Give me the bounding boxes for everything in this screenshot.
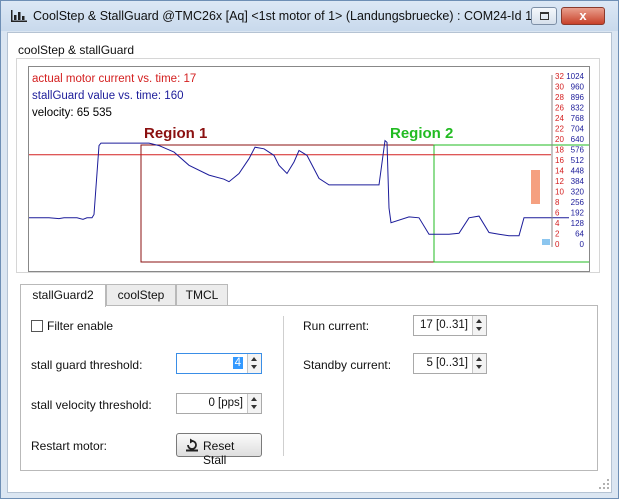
left-tick-label: 26 xyxy=(555,104,564,113)
left-tick-label: 22 xyxy=(555,125,564,134)
stall-threshold-spinbox[interactable]: 4 xyxy=(176,353,262,374)
reset-icon xyxy=(186,438,198,452)
spin-up-icon[interactable] xyxy=(476,319,482,323)
run-current-spinbox[interactable]: 17 [0..31] xyxy=(413,315,487,336)
left-tick-label: 12 xyxy=(555,177,564,186)
standby-current-label: Standby current: xyxy=(303,358,392,372)
region1-label: Region 1 xyxy=(144,125,207,142)
left-tick-label: 2 xyxy=(555,230,560,239)
window-title: CoolStep & StallGuard @TMC26x [Aq] <1st … xyxy=(33,9,533,23)
right-tick-label: 832 xyxy=(571,104,585,113)
spin-down-icon[interactable] xyxy=(476,365,482,369)
spin-up-icon[interactable] xyxy=(251,397,257,401)
run-current-label: Run current: xyxy=(303,319,370,333)
close-icon: x xyxy=(579,8,587,23)
bar-chart-icon xyxy=(11,10,27,22)
left-tick-label: 4 xyxy=(555,219,560,228)
left-tick-label: 16 xyxy=(555,156,564,165)
standby-current-arrows[interactable] xyxy=(472,354,486,373)
left-tick-label: 30 xyxy=(555,83,564,92)
reset-stall-button[interactable]: Reset Stall xyxy=(176,433,262,467)
region2-label: Region 2 xyxy=(390,125,453,142)
left-axis-ticks: 32302826242220181614121086420 xyxy=(555,72,564,249)
right-tick-label: 448 xyxy=(571,167,585,176)
resize-grip-icon[interactable] xyxy=(598,478,610,490)
form-divider xyxy=(283,316,284,456)
left-tick-label: 0 xyxy=(555,240,560,249)
restore-icon xyxy=(540,12,549,20)
close-button[interactable]: x xyxy=(561,7,605,25)
chart-area: actual motor current vs. time: 17 stallG… xyxy=(28,66,590,272)
left-tick-label: 8 xyxy=(555,198,560,207)
right-tick-label: 320 xyxy=(571,188,585,197)
right-tick-label: 896 xyxy=(571,93,585,102)
left-tick-label: 6 xyxy=(555,209,560,218)
right-tick-label: 768 xyxy=(571,114,585,123)
spin-down-icon[interactable] xyxy=(476,327,482,331)
spin-up-icon[interactable] xyxy=(476,357,482,361)
region1-box xyxy=(140,144,435,263)
legend-current: actual motor current vs. time: 17 xyxy=(32,73,196,85)
tab-tmcl[interactable]: TMCL xyxy=(176,284,228,306)
right-tick-label: 1024 xyxy=(566,72,584,81)
restore-button[interactable] xyxy=(531,7,557,25)
spin-up-icon[interactable] xyxy=(251,357,257,361)
run-current-value: 17 [0..31] xyxy=(420,319,468,331)
restart-motor-label: Restart motor: xyxy=(31,439,108,453)
legend-velocity: velocity: 65 535 xyxy=(32,107,112,119)
filter-enable-checkbox[interactable] xyxy=(31,320,43,332)
standby-current-value: 5 [0..31] xyxy=(426,357,468,369)
group-title: coolStep & stallGuard xyxy=(18,43,135,57)
left-tick-label: 20 xyxy=(555,135,564,144)
stall-threshold-arrows[interactable] xyxy=(247,354,261,373)
left-tick-label: 24 xyxy=(555,114,564,123)
stall-velocity-label: stall velocity threshold: xyxy=(31,398,152,412)
chart-svg: actual motor current vs. time: 17 stallG… xyxy=(29,72,589,263)
right-tick-label: 256 xyxy=(571,198,585,207)
reset-stall-label: Reset Stall xyxy=(203,439,235,467)
current-level-bar xyxy=(531,170,540,204)
right-tick-label: 960 xyxy=(571,83,585,92)
stall-velocity-value: 0 [pps] xyxy=(208,397,243,409)
stall-threshold-value: 4 xyxy=(232,357,243,369)
tab-stallguard2[interactable]: stallGuard2 xyxy=(20,284,106,307)
filter-enable-label: Filter enable xyxy=(47,319,114,333)
stall-velocity-spinbox[interactable]: 0 [pps] xyxy=(176,393,262,414)
right-tick-label: 192 xyxy=(571,209,585,218)
region2-box xyxy=(433,144,589,263)
legend-stallguard: stallGuard value vs. time: 160 xyxy=(32,90,184,102)
left-tick-label: 18 xyxy=(555,146,564,155)
right-tick-label: 512 xyxy=(571,156,585,165)
standby-current-spinbox[interactable]: 5 [0..31] xyxy=(413,353,487,374)
right-tick-label: 576 xyxy=(571,146,585,155)
stall-threshold-label: stall guard threshold: xyxy=(31,358,143,372)
run-current-arrows[interactable] xyxy=(472,316,486,335)
right-tick-label: 640 xyxy=(571,135,585,144)
right-tick-label: 128 xyxy=(571,219,585,228)
left-tick-label: 28 xyxy=(555,93,564,102)
right-tick-label: 0 xyxy=(580,240,585,249)
small-level-bar xyxy=(542,239,550,245)
title-bar[interactable]: CoolStep & StallGuard @TMC26x [Aq] <1st … xyxy=(1,1,618,31)
spin-down-icon[interactable] xyxy=(251,405,257,409)
right-axis-ticks: 1024960896832768704640576512448384320256… xyxy=(566,72,584,249)
tab-coolstep[interactable]: coolStep xyxy=(106,284,176,306)
left-tick-label: 10 xyxy=(555,188,564,197)
right-tick-label: 384 xyxy=(571,177,585,186)
right-tick-label: 704 xyxy=(571,125,585,134)
right-tick-label: 64 xyxy=(575,230,584,239)
left-tick-label: 14 xyxy=(555,167,564,176)
spin-down-icon[interactable] xyxy=(251,365,257,369)
stall-velocity-arrows[interactable] xyxy=(247,394,261,413)
left-tick-label: 32 xyxy=(555,72,564,81)
